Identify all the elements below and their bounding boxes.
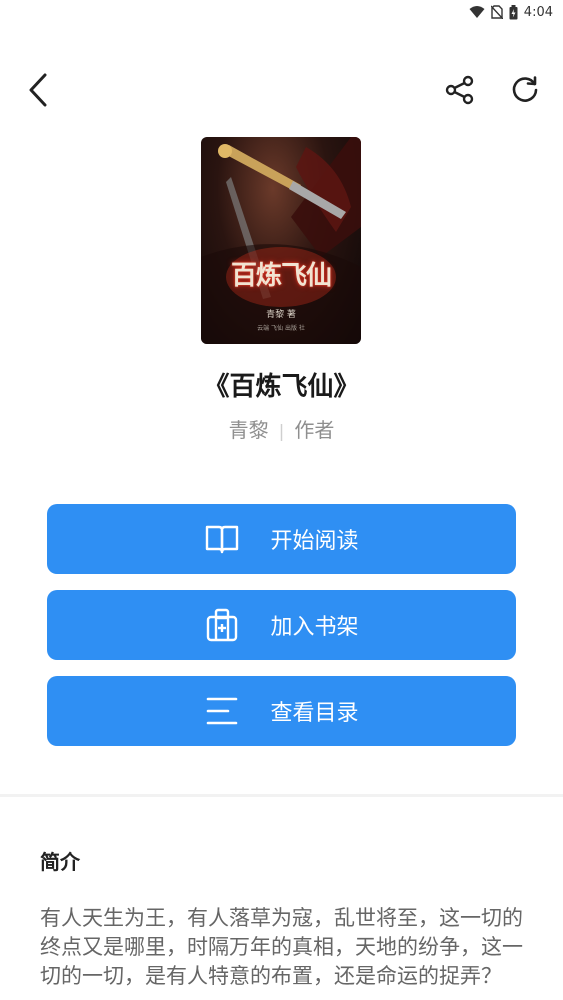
book-cover: 百炼飞仙 青黎 著 云端 飞仙 出版 社 xyxy=(201,137,361,344)
intro-heading: 简介 xyxy=(40,850,80,874)
list-icon xyxy=(204,693,240,729)
back-button[interactable] xyxy=(18,72,58,112)
bookshelf-add-icon xyxy=(204,607,240,643)
start-reading-button[interactable]: 开始阅读 xyxy=(47,504,516,574)
share-button[interactable] xyxy=(440,72,480,112)
author-line: 青黎 | 作者 xyxy=(0,414,563,443)
status-time: 4:04 xyxy=(523,4,553,20)
intro-text: 有人天生为王，有人落草为寇，乱世将至，这一切的终点又是哪里，时隔万年的真相，天地… xyxy=(40,906,523,988)
book-title: 《百炼飞仙》 xyxy=(203,372,360,402)
refresh-button[interactable] xyxy=(505,72,545,112)
back-arrow-icon xyxy=(27,73,49,111)
refresh-icon xyxy=(510,75,540,109)
book-open-icon xyxy=(204,521,240,557)
view-toc-button[interactable]: 查看目录 xyxy=(47,676,516,746)
cover-publisher: 云端 飞仙 出版 社 xyxy=(257,325,305,332)
battery-icon xyxy=(509,4,518,20)
status-bar: 4:04 xyxy=(0,0,563,24)
start-reading-label: 开始阅读 xyxy=(270,529,359,554)
add-to-shelf-label: 加入书架 xyxy=(270,615,359,640)
share-icon xyxy=(445,75,475,109)
cover-title: 百炼飞仙 xyxy=(230,261,332,291)
section-divider xyxy=(0,794,563,797)
no-sim-icon xyxy=(490,5,503,19)
separator: | xyxy=(278,422,285,442)
wifi-icon xyxy=(469,5,485,19)
author-name[interactable]: 青黎 xyxy=(229,418,269,442)
cover-author: 青黎 著 xyxy=(266,310,296,320)
view-toc-label: 查看目录 xyxy=(270,701,359,726)
author-role: 作者 xyxy=(294,418,335,442)
add-to-shelf-button[interactable]: 加入书架 xyxy=(47,590,516,660)
top-bar xyxy=(0,70,563,118)
